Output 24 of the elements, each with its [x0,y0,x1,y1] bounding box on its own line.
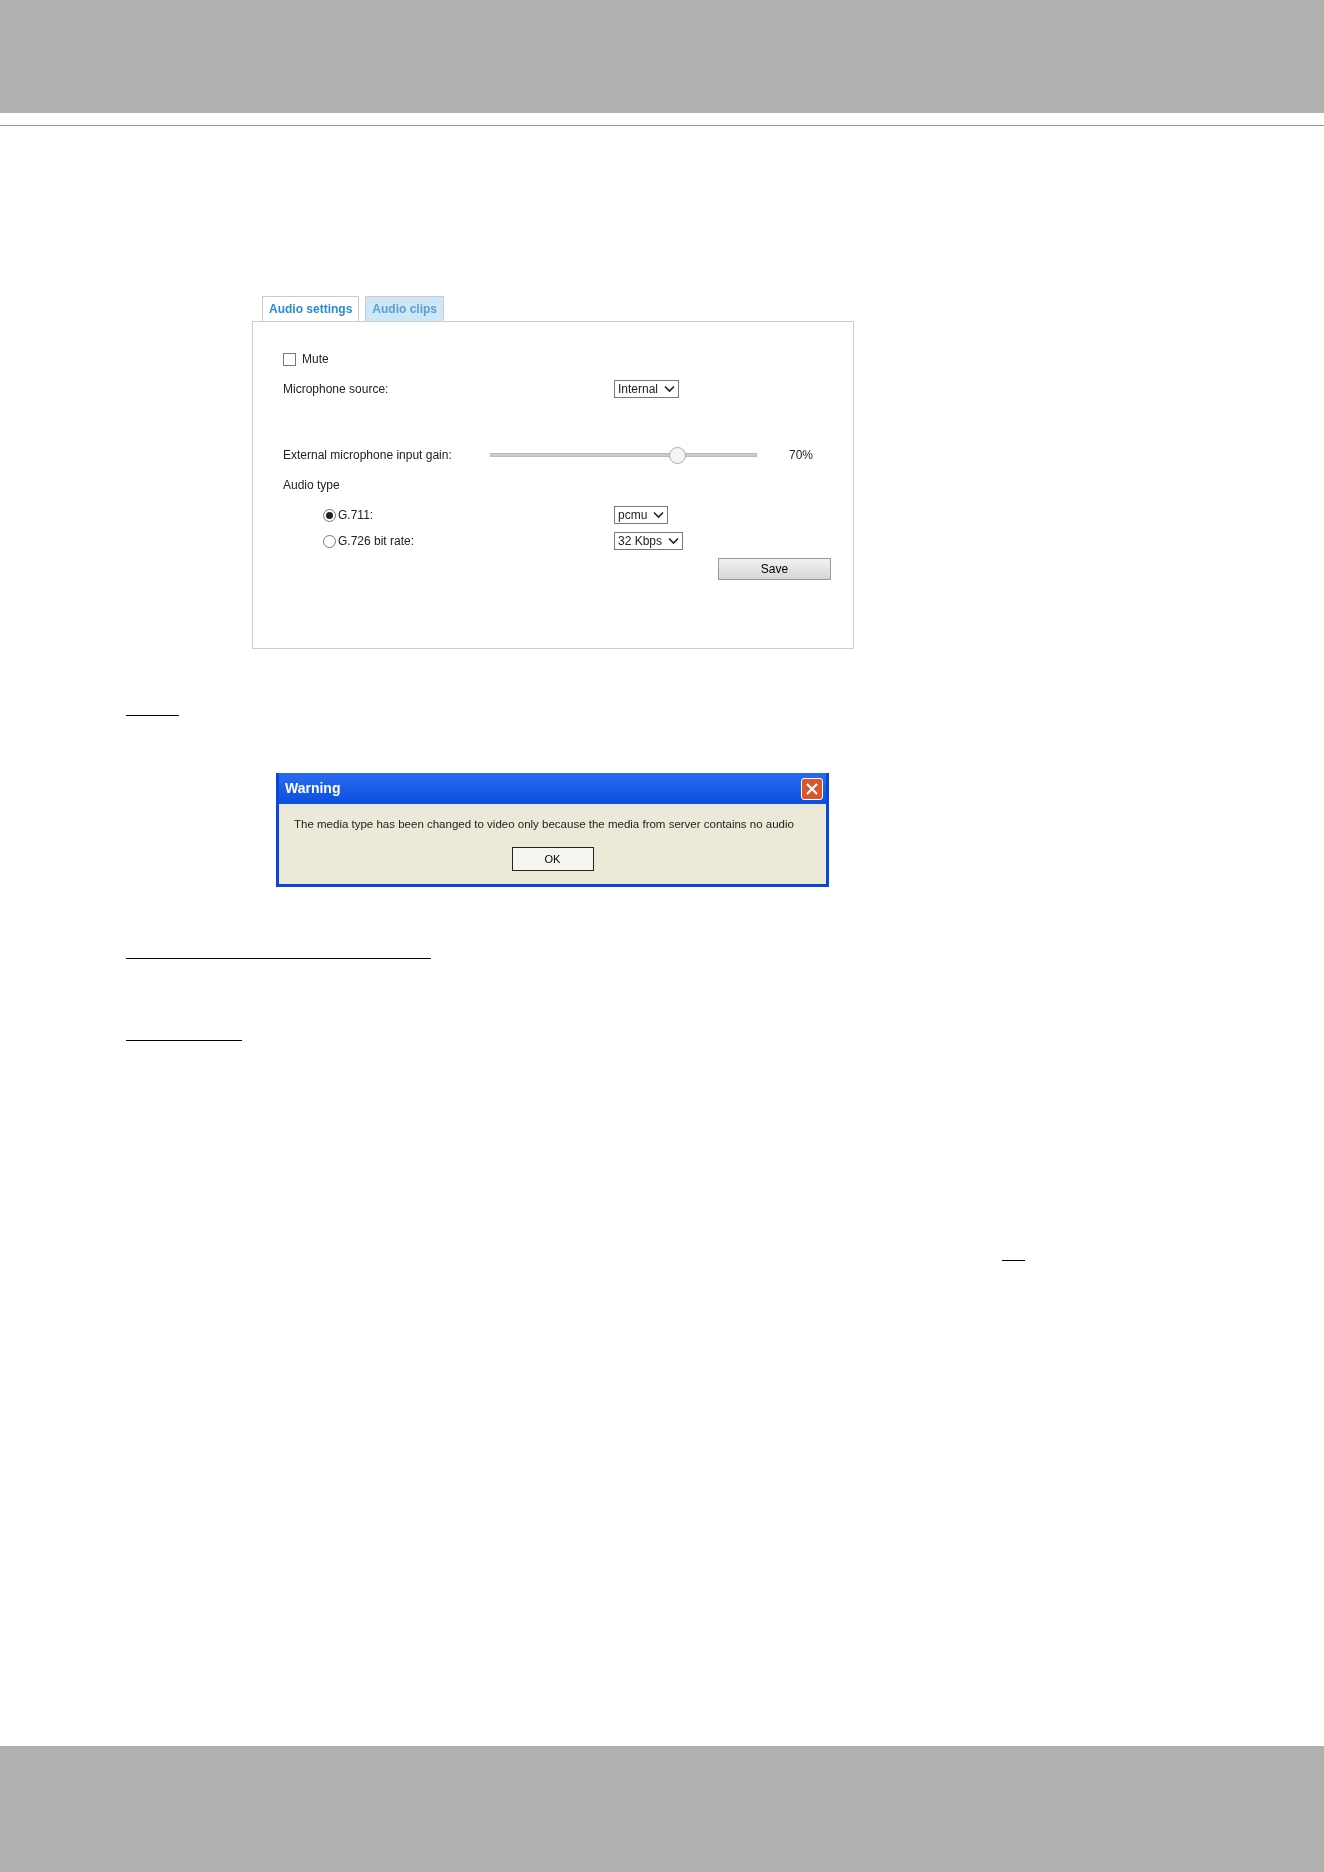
slider-thumb[interactable] [668,447,686,464]
caret-icon [668,537,680,545]
dialog-title: Warning [285,779,341,798]
checkbox-label: Mute [302,351,329,368]
dropdown[interactable]: 32 Kbps [614,532,684,550]
tab[interactable]: Audio settings [262,296,360,321]
slider-value: 70% [789,447,814,464]
save-button[interactable]: Save [718,558,831,580]
checkbox[interactable] [283,352,296,366]
close-icon [806,782,818,795]
caret-icon [664,385,676,393]
radio-label: G.711: [338,507,374,524]
ok-button[interactable]: OK [511,847,594,872]
radio-button[interactable] [323,534,336,548]
field-label: Microphone source: [283,381,390,398]
close-button[interactable] [801,777,823,800]
field-label: External microphone input gain: [283,447,453,464]
section-label: Audio type [283,477,340,494]
dialog-message: The media type has been changed to video only because the media from server contains no audio [293,817,795,832]
caret-icon [653,511,665,519]
dropdown[interactable]: pcmu [614,506,669,524]
dropdown[interactable]: Internal [614,380,680,398]
radio-label: G.726 bit rate: [338,533,415,550]
radio-button[interactable] [323,508,336,522]
